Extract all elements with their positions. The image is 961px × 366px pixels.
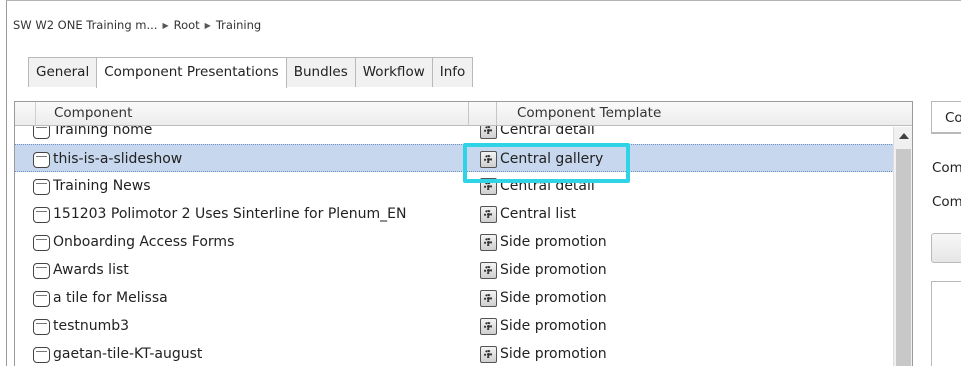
component-template-icon: [480, 262, 497, 279]
component-document-icon: [33, 291, 50, 307]
table-row[interactable]: Onboarding Access Forms Side promotion: [15, 228, 894, 256]
component-template-name: Side promotion: [500, 290, 607, 306]
grid-rows: Training home Central detail this-is-a-sli…: [15, 126, 894, 366]
component-template-icon: [480, 346, 497, 363]
breadcrumb-separator-icon: ▶: [204, 21, 211, 30]
breadcrumb-publication[interactable]: SW W2 ONE Training m...: [13, 18, 157, 32]
tab-workflow[interactable]: Workflow: [354, 57, 433, 87]
component-document-icon: [33, 179, 50, 195]
breadcrumb-separator-icon: ▶: [162, 21, 169, 30]
breadcrumb: SW W2 ONE Training m... ▶ Root ▶ Training: [13, 18, 261, 32]
component-name: testnumb3: [53, 318, 130, 334]
breadcrumb-training[interactable]: Training: [216, 18, 261, 32]
component-document-icon: [33, 319, 50, 335]
component-document-icon: [33, 207, 50, 223]
component-template-name: Side promotion: [500, 262, 607, 278]
component-template-name: Central detail: [500, 126, 595, 138]
component-document-icon: [33, 263, 50, 279]
table-row[interactable]: Training home Central detail: [15, 126, 894, 144]
component-template-name: Central gallery: [500, 151, 604, 167]
tab-info[interactable]: Info: [431, 57, 474, 87]
right-panel-button[interactable]: [931, 233, 961, 263]
table-row[interactable]: this-is-a-slideshow Central gallery: [15, 144, 894, 172]
component-name: Training News: [53, 178, 151, 194]
table-row[interactable]: gaetan-tile-KT-august Side promotion: [15, 340, 894, 366]
breadcrumb-root[interactable]: Root: [174, 18, 200, 32]
tab-bundles[interactable]: Bundles: [285, 57, 356, 87]
table-row[interactable]: Awards list Side promotion: [15, 256, 894, 284]
tab-component-presentations[interactable]: Component Presentations: [96, 57, 287, 88]
template-column-header[interactable]: Component Template: [497, 102, 912, 125]
component-name: Training home: [53, 126, 153, 138]
component-template-icon: [480, 126, 497, 139]
right-panel-divider: [931, 133, 961, 134]
component-column-header[interactable]: Component: [36, 102, 469, 125]
component-document-icon: [33, 235, 50, 251]
component-name: this-is-a-slideshow: [53, 151, 183, 167]
table-row[interactable]: Training News Central detail: [15, 172, 894, 200]
scrollbar-thumb[interactable]: [896, 149, 911, 366]
component-name: a tile for Melissa: [53, 290, 168, 306]
right-panel-label-1: Com: [932, 160, 961, 176]
table-row[interactable]: 151203 Polimotor 2 Uses Sinterline for P…: [15, 200, 894, 228]
component-name: gaetan-tile-KT-august: [53, 346, 203, 362]
right-panel-preview-box: [931, 281, 961, 366]
component-template-name: Side promotion: [500, 318, 607, 334]
component-template-name: Side promotion: [500, 234, 607, 250]
component-template-icon: [480, 206, 497, 223]
vertical-scrollbar[interactable]: [893, 127, 912, 366]
component-template-icon: [480, 318, 497, 335]
component-document-icon: [33, 126, 50, 139]
select-all-column-header[interactable]: [15, 102, 36, 125]
component-name: 151203 Polimotor 2 Uses Sinterline for P…: [53, 206, 407, 222]
grid-header: Component Component Template: [15, 102, 912, 126]
tab-bar: General Component Presentations Bundles …: [28, 57, 474, 88]
component-template-icon: [480, 290, 497, 307]
right-panel-label-2: Com: [932, 194, 961, 210]
component-template-name: Side promotion: [500, 346, 607, 362]
component-document-icon: [33, 347, 50, 363]
grid-rows-inner: Training home Central detail this-is-a-sli…: [15, 126, 894, 366]
component-name: Awards list: [53, 262, 129, 278]
component-presentations-grid: Component Component Template Training ho…: [14, 101, 913, 366]
component-template-name: Central detail: [500, 178, 595, 194]
template-icon-column-header[interactable]: [469, 102, 497, 125]
component-template-icon: [480, 151, 497, 168]
tab-general[interactable]: General: [28, 57, 98, 87]
component-template-icon: [480, 178, 497, 195]
right-panel: Co Com Com: [916, 0, 961, 366]
right-panel-tab[interactable]: Co: [931, 101, 961, 133]
component-template-name: Central list: [500, 206, 576, 222]
scroll-up-arrow-icon[interactable]: [899, 133, 909, 139]
component-template-icon: [480, 234, 497, 251]
table-row[interactable]: testnumb3 Side promotion: [15, 312, 894, 340]
table-row[interactable]: a tile for Melissa Side promotion: [15, 284, 894, 312]
component-document-icon: [33, 152, 50, 168]
component-name: Onboarding Access Forms: [53, 234, 235, 250]
